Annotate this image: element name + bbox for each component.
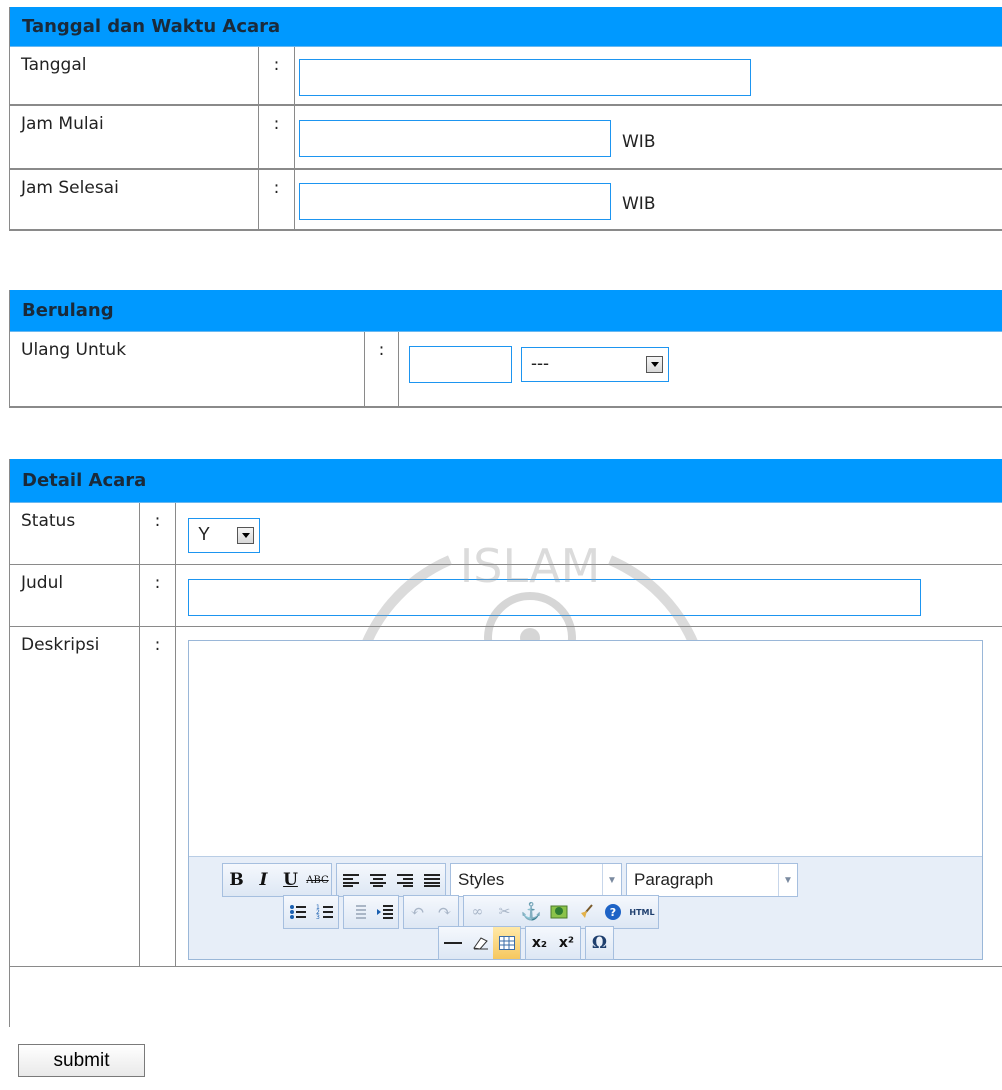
subscript-button[interactable]: x₂ [526,927,553,959]
tanggal-input[interactable] [299,59,751,96]
tanggal-label: Tanggal [10,47,259,104]
jam-selesai-unit: WIB [622,194,656,214]
strikethrough-button[interactable]: ABC [304,864,331,896]
chevron-down-icon[interactable] [237,527,254,544]
ulang-period-value: --- [531,353,549,373]
indent-icon[interactable] [371,896,398,928]
superscript-button[interactable]: x² [553,927,580,959]
jam-selesai-row: Jam Selesai : WIB [10,170,1002,231]
insert-group: ∞ ✂ ⚓ ? HTML [463,895,659,929]
svg-text:3: 3 [316,914,320,920]
link-icon[interactable]: ∞ [464,896,491,928]
undo-icon[interactable]: ↶ [404,896,431,928]
repeat-panel-title: Berulang [10,290,1002,332]
jam-mulai-label: Jam Mulai [10,106,259,168]
misc-group [438,926,521,960]
tanggal-row: Tanggal : [10,47,1002,106]
deskripsi-separator: : [140,627,176,966]
jam-mulai-unit: WIB [622,132,656,152]
judul-separator: : [140,565,176,626]
datetime-panel-title: Tanggal dan Waktu Acara [10,7,1002,47]
text-style-group: B I U ABC [222,863,332,897]
cleanup-broom-icon[interactable] [572,896,599,928]
align-justify-icon[interactable] [418,864,445,896]
align-left-icon[interactable] [337,864,364,896]
chevron-down-icon: ▼ [602,864,621,896]
italic-button[interactable]: I [250,864,277,896]
ulang-separator: : [365,332,399,406]
toolbar-row-3: x₂ x² Ω [438,926,618,960]
html-source-button[interactable]: HTML [626,896,658,928]
jam-mulai-row: Jam Mulai : WIB [10,106,1002,170]
styles-dropdown[interactable]: Styles ▼ [450,863,622,897]
chevron-down-icon: ▼ [778,864,797,896]
indent-group [343,895,399,929]
jam-selesai-label: Jam Selesai [10,170,259,229]
styles-dropdown-label: Styles [458,870,505,889]
format-dropdown[interactable]: Paragraph ▼ [626,863,798,897]
special-char-omega-button[interactable]: Ω [586,927,613,959]
repeat-panel: Berulang Ulang Untuk : --- [9,290,1002,408]
ulang-label: Ulang Untuk [10,332,365,406]
format-dropdown-label: Paragraph [634,870,714,889]
toolbar-row-1: B I U ABC Styles ▼ Paragraph ▼ [222,863,802,897]
jam-mulai-separator: : [259,106,295,168]
description-editor[interactable]: B I U ABC Styles ▼ Paragraph ▼ 1 2 3 ↶ ↷… [188,640,983,960]
status-select[interactable]: Y [188,518,260,553]
charmap-group: Ω [585,926,614,960]
align-right-icon[interactable] [391,864,418,896]
unlink-icon[interactable]: ✂ [491,896,518,928]
bold-button[interactable]: B [223,864,250,896]
jam-selesai-input[interactable] [299,183,611,220]
submit-row [10,967,1002,1027]
bullet-list-icon[interactable] [284,896,311,928]
image-icon[interactable] [545,896,572,928]
status-value: Y [198,524,211,544]
horizontal-rule-icon[interactable] [439,927,466,959]
jam-mulai-input[interactable] [299,120,611,157]
toolbar-row-2: 123 ↶ ↷ ∞ ✂ ⚓ ? HTML [283,895,663,929]
submit-button[interactable]: submit [18,1044,145,1077]
chevron-down-icon[interactable] [646,356,663,373]
underline-button[interactable]: U [277,864,304,896]
tanggal-separator: : [259,47,295,104]
help-icon[interactable]: ? [599,896,626,928]
datetime-panel: Tanggal dan Waktu Acara Tanggal : Jam Mu… [9,7,1002,231]
detail-panel-title: Detail Acara [10,459,1002,503]
table-icon[interactable] [493,927,520,959]
status-label: Status [10,503,140,564]
history-group: ↶ ↷ [403,895,459,929]
script-group: x₂ x² [525,926,581,960]
editor-toolbar: B I U ABC Styles ▼ Paragraph ▼ 1 2 3 ↶ ↷… [189,856,982,960]
anchor-icon[interactable]: ⚓ [518,896,545,928]
outdent-icon[interactable] [344,896,371,928]
jam-selesai-separator: : [259,170,295,229]
judul-label: Judul [10,565,140,626]
ulang-count-input[interactable] [409,346,512,383]
redo-icon[interactable]: ↷ [431,896,458,928]
ulang-period-select[interactable]: --- [521,347,669,382]
deskripsi-label: Deskripsi [10,627,140,966]
eraser-icon[interactable] [466,927,493,959]
svg-text:?: ? [609,906,615,919]
ulang-row: Ulang Untuk : --- [10,332,1002,408]
align-group [336,863,446,897]
align-center-icon[interactable] [364,864,391,896]
numbered-list-icon[interactable]: 123 [311,896,338,928]
list-group: 123 [283,895,339,929]
seal-top-text: ISLAM [460,539,601,593]
status-separator: : [140,503,176,564]
